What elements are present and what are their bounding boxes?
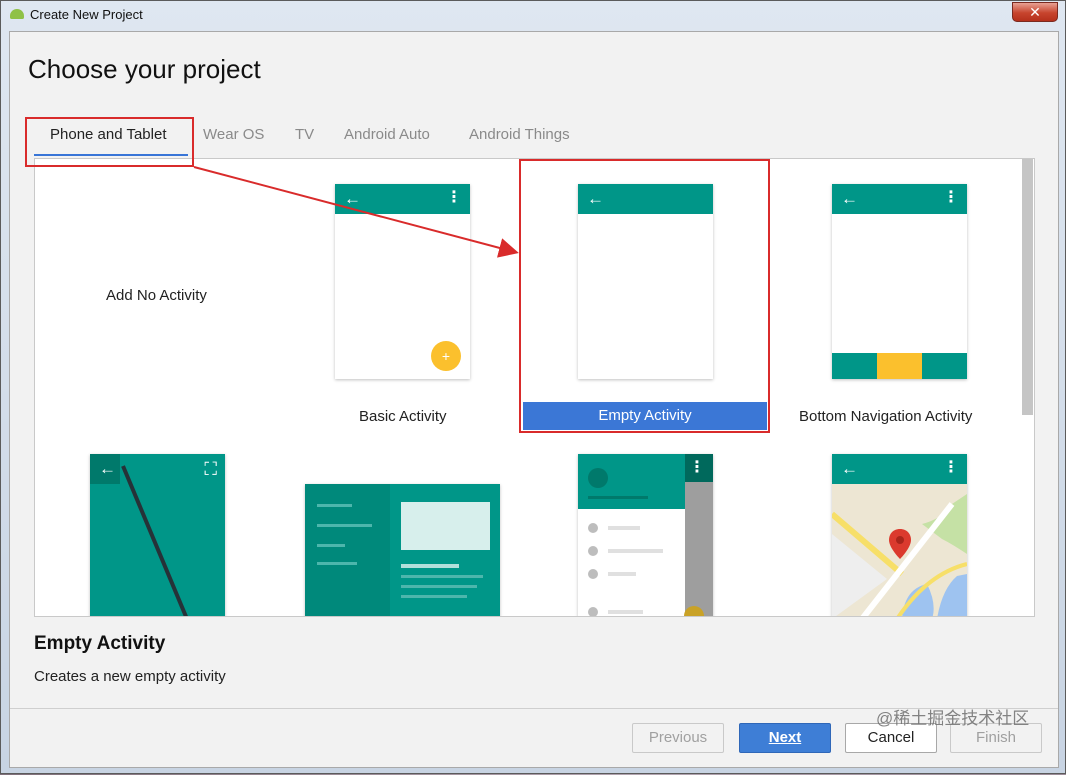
annotation-arrow xyxy=(193,166,519,258)
watermark: @稀土掘金技术社区 xyxy=(876,709,1030,728)
dialog-window: Create New Project ✕ Choose your project… xyxy=(0,0,1066,774)
